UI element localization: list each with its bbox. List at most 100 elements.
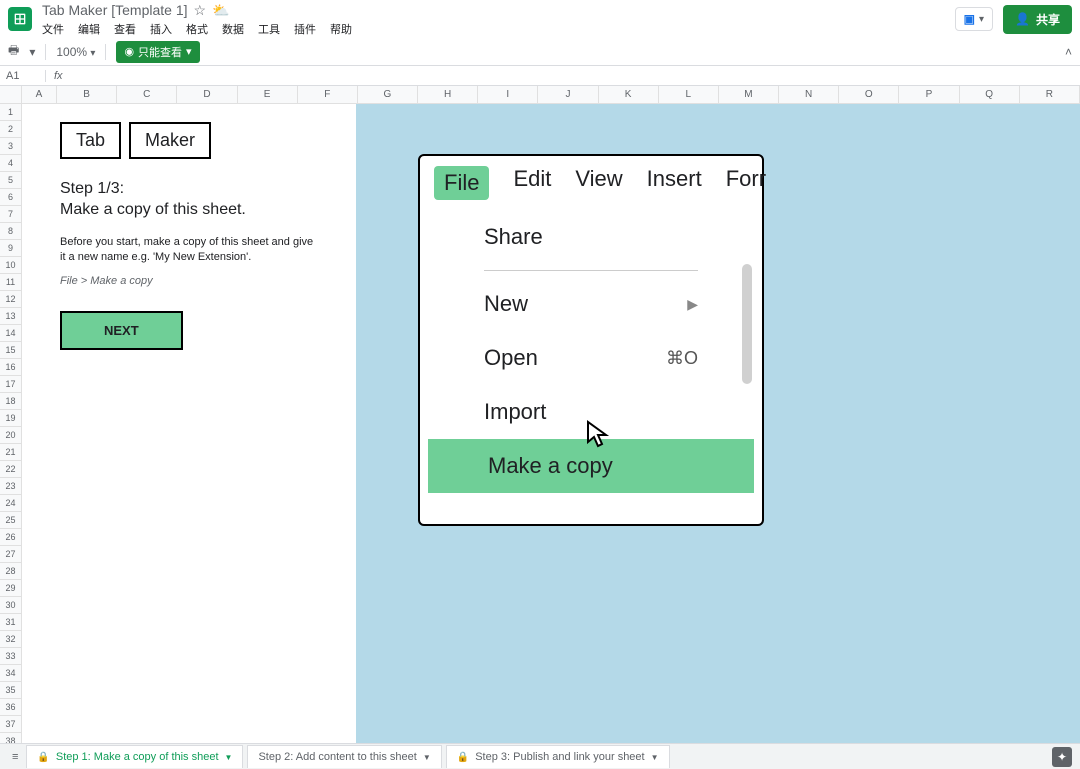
col-header[interactable]: H xyxy=(418,86,478,103)
filter-icon[interactable]: ▾ xyxy=(29,45,35,59)
row-header[interactable]: 32 xyxy=(0,631,21,648)
row-header[interactable]: 4 xyxy=(0,155,21,172)
star-icon[interactable]: ☆ xyxy=(194,2,207,19)
row-header[interactable]: 2 xyxy=(0,121,21,138)
row-header[interactable]: 37 xyxy=(0,716,21,733)
row-header[interactable]: 16 xyxy=(0,359,21,376)
row-header[interactable]: 11 xyxy=(0,274,21,291)
row-header[interactable]: 19 xyxy=(0,410,21,427)
title-area: Tab Maker [Template 1] ☆ ⛅ 文件 编辑 查看 插入 格… xyxy=(42,2,955,37)
menu-data[interactable]: 数据 xyxy=(222,21,244,37)
col-header[interactable]: O xyxy=(839,86,899,103)
file-menu-illustration: File Edit View Insert Forr Share New▶ Op… xyxy=(418,154,764,526)
row-header[interactable]: 6 xyxy=(0,189,21,206)
row-header[interactable]: 34 xyxy=(0,665,21,682)
menu-file[interactable]: 文件 xyxy=(42,21,64,37)
row-header[interactable]: 33 xyxy=(0,648,21,665)
col-header[interactable]: B xyxy=(57,86,117,103)
row-header[interactable]: 31 xyxy=(0,614,21,631)
row-header[interactable]: 35 xyxy=(0,682,21,699)
col-header[interactable]: R xyxy=(1020,86,1080,103)
col-header[interactable]: N xyxy=(779,86,839,103)
col-header[interactable]: E xyxy=(238,86,298,103)
row-header[interactable]: 21 xyxy=(0,444,21,461)
row-header[interactable]: 23 xyxy=(0,478,21,495)
view-only-button[interactable]: ◉ 只能查看 ▾ xyxy=(116,41,199,63)
print-icon[interactable]: 🖶 xyxy=(8,41,19,62)
menu-insert[interactable]: 插入 xyxy=(150,21,172,37)
col-header[interactable]: L xyxy=(659,86,719,103)
chevron-down-icon: ▾ xyxy=(979,14,984,25)
illus-menu-items: Share New▶ Open⌘O Import Make a copy xyxy=(420,210,762,493)
col-header[interactable]: I xyxy=(478,86,538,103)
all-sheets-icon[interactable]: ≡ xyxy=(8,751,22,763)
illus-item-share: Share xyxy=(424,210,758,264)
zoom-dropdown[interactable]: 100% ▾ xyxy=(56,45,95,59)
sheet-tab-step1[interactable]: 🔒 Step 1: Make a copy of this sheet ▼ xyxy=(26,745,243,768)
col-header[interactable]: P xyxy=(899,86,959,103)
collapse-toolbar-icon[interactable]: ˄ xyxy=(1065,45,1072,59)
chevron-down-icon: ▼ xyxy=(225,753,233,762)
row-header[interactable]: 27 xyxy=(0,546,21,563)
col-header[interactable]: C xyxy=(117,86,177,103)
name-box[interactable]: A1 xyxy=(0,70,46,82)
row-header[interactable]: 1 xyxy=(0,104,21,121)
select-all-corner[interactable] xyxy=(0,86,22,103)
step-number: Step 1/3: xyxy=(60,180,124,197)
menu-edit[interactable]: 编辑 xyxy=(78,21,100,37)
row-header[interactable]: 18 xyxy=(0,393,21,410)
row-header[interactable]: 29 xyxy=(0,580,21,597)
menu-addons[interactable]: 插件 xyxy=(294,21,316,37)
illus-item-make-copy: Make a copy xyxy=(428,439,754,493)
menu-view[interactable]: 查看 xyxy=(114,21,136,37)
row-header[interactable]: 25 xyxy=(0,512,21,529)
row-header[interactable]: 24 xyxy=(0,495,21,512)
next-button[interactable]: NEXT xyxy=(60,311,183,350)
row-header[interactable]: 7 xyxy=(0,206,21,223)
document-title[interactable]: Tab Maker [Template 1] xyxy=(42,2,188,18)
sheets-logo[interactable] xyxy=(8,7,32,31)
header: Tab Maker [Template 1] ☆ ⛅ 文件 编辑 查看 插入 格… xyxy=(0,0,1080,38)
row-header[interactable]: 14 xyxy=(0,325,21,342)
sheet-tabs-bar: ≡ 🔒 Step 1: Make a copy of this sheet ▼ … xyxy=(0,743,1080,769)
cloud-status-icon[interactable]: ⛅ xyxy=(212,2,229,19)
row-header[interactable]: 17 xyxy=(0,376,21,393)
row-header[interactable]: 12 xyxy=(0,291,21,308)
row-header[interactable]: 13 xyxy=(0,308,21,325)
illus-item-import: Import xyxy=(424,385,758,439)
sheet-tab-step2[interactable]: Step 2: Add content to this sheet ▼ xyxy=(247,745,441,768)
col-header[interactable]: K xyxy=(599,86,659,103)
row-header[interactable]: 28 xyxy=(0,563,21,580)
col-header[interactable]: Q xyxy=(960,86,1020,103)
share-button[interactable]: 👤 共享 xyxy=(1003,5,1072,34)
row-header[interactable]: 5 xyxy=(0,172,21,189)
row-header[interactable]: 26 xyxy=(0,529,21,546)
col-header[interactable]: G xyxy=(358,86,418,103)
col-header[interactable]: J xyxy=(538,86,598,103)
row-header[interactable]: 8 xyxy=(0,223,21,240)
menu-help[interactable]: 帮助 xyxy=(330,21,352,37)
row-header[interactable]: 9 xyxy=(0,240,21,257)
row-header[interactable]: 10 xyxy=(0,257,21,274)
col-header[interactable]: M xyxy=(719,86,779,103)
menu-tools[interactable]: 工具 xyxy=(258,21,280,37)
explore-button[interactable]: ✦ xyxy=(1052,747,1072,767)
row-header[interactable]: 36 xyxy=(0,699,21,716)
row-header[interactable]: 3 xyxy=(0,138,21,155)
view-only-label: 只能查看 xyxy=(138,44,182,60)
row-header[interactable]: 15 xyxy=(0,342,21,359)
col-header[interactable]: D xyxy=(177,86,237,103)
sheet-tab-step3[interactable]: 🔒 Step 3: Publish and link your sheet ▼ xyxy=(446,745,670,768)
row-header[interactable]: 30 xyxy=(0,597,21,614)
row-header[interactable]: 22 xyxy=(0,461,21,478)
quick-action-button[interactable]: ▣ ▾ xyxy=(955,7,993,31)
divider xyxy=(484,270,698,271)
illus-menubar: File Edit View Insert Forr xyxy=(420,156,762,210)
col-header[interactable]: A xyxy=(22,86,57,103)
col-header[interactable]: F xyxy=(298,86,358,103)
row-header[interactable]: 20 xyxy=(0,427,21,444)
step-description: Before you start, make a copy of this sh… xyxy=(60,235,318,266)
menu-format[interactable]: 格式 xyxy=(186,21,208,37)
scrollbar-thumb xyxy=(742,264,752,384)
chevron-down-icon: ▼ xyxy=(423,753,431,762)
